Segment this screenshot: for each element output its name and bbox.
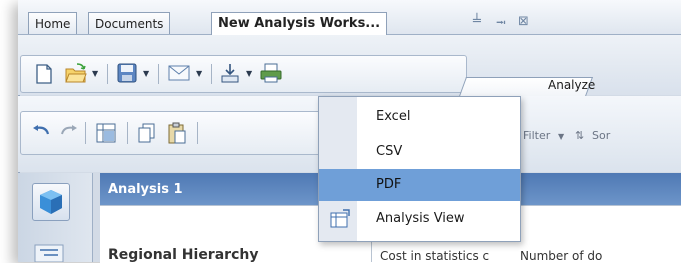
print-icon[interactable] — [260, 62, 282, 84]
tab-home[interactable]: Home — [28, 12, 78, 34]
tab-analyze[interactable]: Analyze — [548, 78, 595, 92]
redo-icon[interactable] — [59, 124, 79, 140]
open-dropdown-caret[interactable]: ▼ — [92, 69, 98, 78]
column-header-cost: Cost in statistics c — [380, 249, 490, 263]
separator — [211, 64, 212, 84]
row-header-label: Regional Hierarchy — [108, 247, 259, 263]
save-dropdown-caret[interactable]: ▼ — [143, 69, 149, 78]
data-source-button[interactable] — [32, 183, 70, 221]
outline-icon[interactable] — [34, 244, 64, 262]
paste-icon[interactable] — [167, 121, 187, 145]
menu-item-label: Excel — [376, 109, 411, 124]
swap-axes-icon[interactable] — [95, 122, 117, 144]
menu-item-label: CSV — [376, 144, 403, 159]
undo-icon[interactable] — [31, 124, 51, 140]
menu-item-analysis-view[interactable]: Analysis View — [319, 203, 520, 235]
open-folder-icon[interactable] — [65, 62, 87, 84]
email-icon[interactable] — [168, 65, 190, 81]
export-dropdown-caret[interactable]: ▼ — [246, 69, 252, 78]
file-toolbar-group: ▼ ▼ ▼ ▼ — [20, 55, 467, 93]
filter-dropdown-caret[interactable]: ▼ — [558, 132, 564, 141]
pin-icon[interactable]: ╧ — [473, 14, 481, 29]
separator — [85, 122, 86, 144]
close-icon[interactable]: ⊠ — [518, 14, 529, 29]
export-menu: Excel CSV PDF Analysis View — [318, 96, 521, 242]
document-tab-bar: Home Documents New Analysis Works... ╧ ⭲… — [18, 0, 681, 35]
separator — [197, 122, 198, 144]
separator — [158, 64, 159, 84]
copy-icon[interactable] — [137, 122, 157, 144]
column-header-number: Number of do — [520, 249, 603, 263]
tab-documents[interactable]: Documents — [88, 12, 171, 34]
menu-item-label: PDF — [376, 177, 402, 192]
menu-item-excel[interactable]: Excel — [319, 101, 520, 133]
tab-new-analysis-workspace[interactable]: New Analysis Works... — [211, 12, 388, 35]
menu-item-pdf[interactable]: PDF — [319, 169, 520, 201]
analysis-view-icon — [330, 209, 350, 228]
sort-button[interactable]: Sor — [592, 129, 610, 142]
separator — [127, 122, 128, 144]
new-document-icon[interactable] — [35, 64, 53, 84]
analysis-title: Analysis 1 — [108, 182, 183, 197]
email-dropdown-caret[interactable]: ▼ — [196, 69, 202, 78]
sort-icon[interactable]: ⇅ — [575, 129, 584, 142]
cube-icon — [40, 190, 62, 214]
menu-item-csv[interactable]: CSV — [319, 136, 520, 168]
detach-icon[interactable]: ⭲ — [496, 14, 506, 36]
filter-button[interactable]: Filter — [523, 129, 550, 142]
export-icon[interactable] — [220, 62, 240, 84]
save-icon[interactable] — [117, 63, 137, 83]
menu-item-label: Analysis View — [376, 211, 465, 226]
separator — [107, 64, 108, 84]
